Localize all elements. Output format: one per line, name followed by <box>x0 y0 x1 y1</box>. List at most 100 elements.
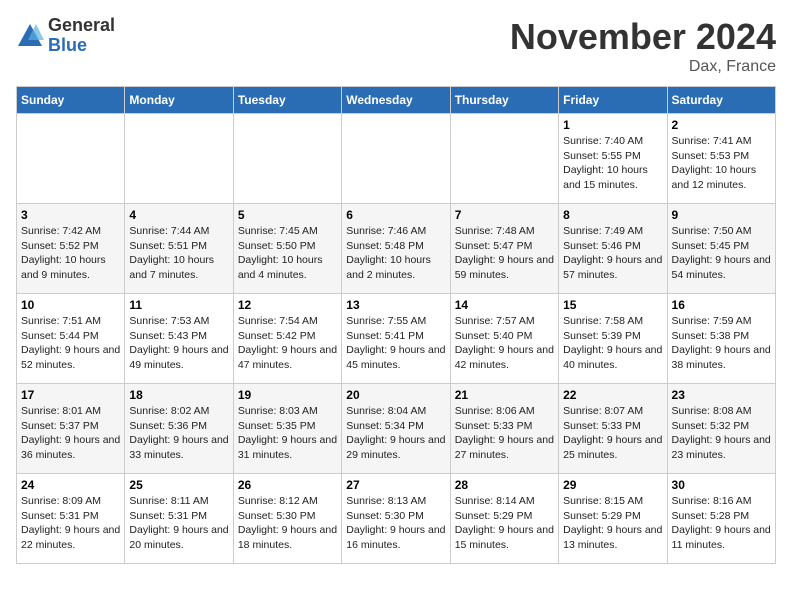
calendar-cell: 1 Sunrise: 7:40 AM Sunset: 5:55 PM Daylig… <box>559 114 667 204</box>
day-info: Sunrise: 7:51 AM Sunset: 5:44 PM Dayligh… <box>21 314 120 373</box>
day-info: Sunrise: 7:49 AM Sunset: 5:46 PM Dayligh… <box>563 224 662 283</box>
calendar-cell: 28Sunrise: 8:14 AM Sunset: 5:29 PM Dayli… <box>450 474 558 564</box>
weekday-header-saturday: Saturday <box>667 87 775 114</box>
day-info: Sunrise: 7:41 AM Sunset: 5:53 PM Dayligh… <box>672 134 771 193</box>
day-number: 24 <box>21 478 120 492</box>
day-info: Sunrise: 8:02 AM Sunset: 5:36 PM Dayligh… <box>129 404 228 463</box>
calendar-cell <box>125 114 233 204</box>
weekday-header-tuesday: Tuesday <box>233 87 341 114</box>
calendar-cell: 5 Sunrise: 7:45 AM Sunset: 5:50 PM Daylig… <box>233 204 341 294</box>
day-info: Sunrise: 7:46 AM Sunset: 5:48 PM Dayligh… <box>346 224 445 283</box>
day-info: Sunrise: 8:14 AM Sunset: 5:29 PM Dayligh… <box>455 494 554 553</box>
day-number: 20 <box>346 388 445 402</box>
header: General Blue November 2024 Dax, France <box>16 16 776 76</box>
day-number: 22 <box>563 388 662 402</box>
day-info: Sunrise: 7:50 AM Sunset: 5:45 PM Dayligh… <box>672 224 771 283</box>
day-number: 27 <box>346 478 445 492</box>
day-number: 2 <box>672 118 771 132</box>
day-number: 25 <box>129 478 228 492</box>
day-info: Sunrise: 8:15 AM Sunset: 5:29 PM Dayligh… <box>563 494 662 553</box>
calendar-cell: 27Sunrise: 8:13 AM Sunset: 5:30 PM Dayli… <box>342 474 450 564</box>
day-number: 14 <box>455 298 554 312</box>
calendar-week-4: 17 Sunrise: 8:01 AM Sunset: 5:37 PM Dayli… <box>17 384 776 474</box>
day-info: Sunrise: 8:12 AM Sunset: 5:30 PM Dayligh… <box>238 494 337 553</box>
calendar-cell <box>233 114 341 204</box>
day-number: 8 <box>563 208 662 222</box>
day-number: 5 <box>238 208 337 222</box>
calendar-cell: 30 Sunrise: 8:16 AM Sunset: 5:28 PM Dayli… <box>667 474 775 564</box>
calendar-week-1: 1 Sunrise: 7:40 AM Sunset: 5:55 PM Daylig… <box>17 114 776 204</box>
calendar-cell: 25 Sunrise: 8:11 AM Sunset: 5:31 PM Dayli… <box>125 474 233 564</box>
day-number: 21 <box>455 388 554 402</box>
calendar-cell: 24 Sunrise: 8:09 AM Sunset: 5:31 PM Dayli… <box>17 474 125 564</box>
calendar-cell: 23Sunrise: 8:08 AM Sunset: 5:32 PM Dayli… <box>667 384 775 474</box>
day-number: 29 <box>563 478 662 492</box>
calendar-cell: 26 Sunrise: 8:12 AM Sunset: 5:30 PM Dayli… <box>233 474 341 564</box>
day-number: 30 <box>672 478 771 492</box>
weekday-header-sunday: Sunday <box>17 87 125 114</box>
day-info: Sunrise: 7:59 AM Sunset: 5:38 PM Dayligh… <box>672 314 771 373</box>
calendar-week-3: 10 Sunrise: 7:51 AM Sunset: 5:44 PM Dayli… <box>17 294 776 384</box>
day-number: 17 <box>21 388 120 402</box>
calendar-cell: 22 Sunrise: 8:07 AM Sunset: 5:33 PM Dayli… <box>559 384 667 474</box>
day-number: 6 <box>346 208 445 222</box>
day-info: Sunrise: 8:07 AM Sunset: 5:33 PM Dayligh… <box>563 404 662 463</box>
weekday-header-row: SundayMondayTuesdayWednesdayThursdayFrid… <box>17 87 776 114</box>
day-info: Sunrise: 7:54 AM Sunset: 5:42 PM Dayligh… <box>238 314 337 373</box>
day-info: Sunrise: 7:53 AM Sunset: 5:43 PM Dayligh… <box>129 314 228 373</box>
calendar-cell: 19 Sunrise: 8:03 AM Sunset: 5:35 PM Dayli… <box>233 384 341 474</box>
day-info: Sunrise: 8:06 AM Sunset: 5:33 PM Dayligh… <box>455 404 554 463</box>
title-area: November 2024 Dax, France <box>510 16 776 76</box>
day-number: 15 <box>563 298 662 312</box>
day-number: 9 <box>672 208 771 222</box>
calendar-cell: 14Sunrise: 7:57 AM Sunset: 5:40 PM Dayli… <box>450 294 558 384</box>
calendar-cell: 17 Sunrise: 8:01 AM Sunset: 5:37 PM Dayli… <box>17 384 125 474</box>
calendar-cell: 8 Sunrise: 7:49 AM Sunset: 5:46 PM Daylig… <box>559 204 667 294</box>
logo-blue-text: Blue <box>48 36 115 56</box>
day-info: Sunrise: 8:01 AM Sunset: 5:37 PM Dayligh… <box>21 404 120 463</box>
calendar-cell: 15 Sunrise: 7:58 AM Sunset: 5:39 PM Dayli… <box>559 294 667 384</box>
calendar-cell: 13 Sunrise: 7:55 AM Sunset: 5:41 PM Dayli… <box>342 294 450 384</box>
weekday-header-wednesday: Wednesday <box>342 87 450 114</box>
day-info: Sunrise: 7:48 AM Sunset: 5:47 PM Dayligh… <box>455 224 554 283</box>
day-number: 23 <box>672 388 771 402</box>
day-info: Sunrise: 7:42 AM Sunset: 5:52 PM Dayligh… <box>21 224 120 283</box>
day-number: 10 <box>21 298 120 312</box>
calendar-cell <box>17 114 125 204</box>
calendar-cell: 2 Sunrise: 7:41 AM Sunset: 5:53 PM Daylig… <box>667 114 775 204</box>
logo: General Blue <box>16 16 115 56</box>
day-info: Sunrise: 7:45 AM Sunset: 5:50 PM Dayligh… <box>238 224 337 283</box>
day-number: 16 <box>672 298 771 312</box>
day-info: Sunrise: 8:03 AM Sunset: 5:35 PM Dayligh… <box>238 404 337 463</box>
day-info: Sunrise: 7:58 AM Sunset: 5:39 PM Dayligh… <box>563 314 662 373</box>
calendar-cell: 18Sunrise: 8:02 AM Sunset: 5:36 PM Dayli… <box>125 384 233 474</box>
calendar-cell: 21 Sunrise: 8:06 AM Sunset: 5:33 PM Dayli… <box>450 384 558 474</box>
day-info: Sunrise: 8:09 AM Sunset: 5:31 PM Dayligh… <box>21 494 120 553</box>
weekday-header-friday: Friday <box>559 87 667 114</box>
day-number: 3 <box>21 208 120 222</box>
calendar-cell: 16 Sunrise: 7:59 AM Sunset: 5:38 PM Dayli… <box>667 294 775 384</box>
calendar-week-5: 24 Sunrise: 8:09 AM Sunset: 5:31 PM Dayli… <box>17 474 776 564</box>
day-info: Sunrise: 7:44 AM Sunset: 5:51 PM Dayligh… <box>129 224 228 283</box>
calendar-cell: 20 Sunrise: 8:04 AM Sunset: 5:34 PM Dayli… <box>342 384 450 474</box>
day-info: Sunrise: 7:55 AM Sunset: 5:41 PM Dayligh… <box>346 314 445 373</box>
day-number: 11 <box>129 298 228 312</box>
day-info: Sunrise: 8:11 AM Sunset: 5:31 PM Dayligh… <box>129 494 228 553</box>
day-info: Sunrise: 7:40 AM Sunset: 5:55 PM Dayligh… <box>563 134 662 193</box>
day-number: 19 <box>238 388 337 402</box>
day-number: 1 <box>563 118 662 132</box>
calendar-cell: 12Sunrise: 7:54 AM Sunset: 5:42 PM Dayli… <box>233 294 341 384</box>
calendar-cell: 11 Sunrise: 7:53 AM Sunset: 5:43 PM Dayli… <box>125 294 233 384</box>
weekday-header-monday: Monday <box>125 87 233 114</box>
calendar-cell: 4Sunrise: 7:44 AM Sunset: 5:51 PM Daylig… <box>125 204 233 294</box>
calendar-cell: 29 Sunrise: 8:15 AM Sunset: 5:29 PM Dayli… <box>559 474 667 564</box>
calendar-week-2: 3 Sunrise: 7:42 AM Sunset: 5:52 PM Daylig… <box>17 204 776 294</box>
day-info: Sunrise: 8:04 AM Sunset: 5:34 PM Dayligh… <box>346 404 445 463</box>
calendar-table: SundayMondayTuesdayWednesdayThursdayFrid… <box>16 86 776 564</box>
day-info: Sunrise: 8:16 AM Sunset: 5:28 PM Dayligh… <box>672 494 771 553</box>
logo-icon <box>16 22 44 50</box>
day-number: 13 <box>346 298 445 312</box>
location: Dax, France <box>510 58 776 76</box>
day-number: 7 <box>455 208 554 222</box>
day-number: 26 <box>238 478 337 492</box>
